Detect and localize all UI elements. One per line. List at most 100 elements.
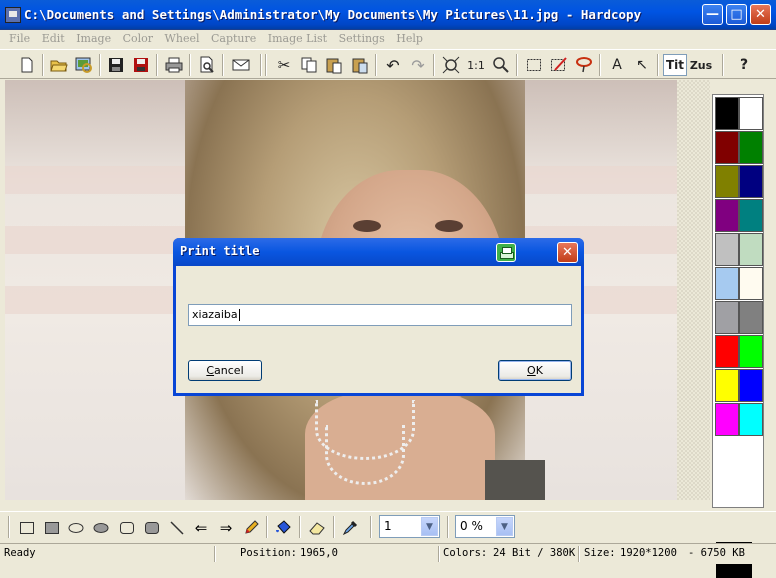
fill-tool[interactable]: [272, 517, 294, 539]
new-file-button[interactable]: [16, 54, 38, 76]
text-caret: [238, 309, 240, 321]
email-button[interactable]: [230, 54, 252, 76]
filesize-value: - 6750 KB: [688, 547, 745, 559]
palette-swatch[interactable]: [715, 301, 739, 334]
minimize-button[interactable]: —: [702, 4, 723, 25]
menu-settings[interactable]: Settings: [339, 30, 385, 48]
line-width-select[interactable]: 1 ▼: [379, 515, 440, 538]
palette-swatch[interactable]: [715, 97, 739, 130]
arrow-right-tool[interactable]: ⇒: [215, 517, 237, 539]
selection-rect-icon: [527, 59, 541, 71]
printer-icon[interactable]: [496, 243, 516, 262]
dropdown-arrow-icon[interactable]: ▼: [496, 517, 513, 536]
palette-swatch[interactable]: [715, 199, 739, 232]
menu-help[interactable]: Help: [396, 30, 423, 48]
pointer-button[interactable]: ↖: [631, 54, 653, 76]
palette-swatch[interactable]: [739, 267, 763, 300]
paste-new-button[interactable]: [349, 54, 371, 76]
menu-image-list[interactable]: Image List: [268, 30, 327, 48]
dialog-close-button[interactable]: ✕: [557, 242, 578, 263]
toolbar-separator: [8, 516, 10, 538]
browse-button[interactable]: [73, 54, 95, 76]
menu-capture[interactable]: Capture: [211, 30, 256, 48]
palette-swatch[interactable]: [739, 131, 763, 164]
zoom-button[interactable]: [490, 54, 512, 76]
close-icon: ✕: [755, 7, 766, 22]
palette-swatch[interactable]: [739, 165, 763, 198]
zoom-fit-button[interactable]: [440, 54, 462, 76]
copy-button[interactable]: [298, 54, 320, 76]
ellipse-filled-icon: [93, 523, 109, 533]
print-button[interactable]: [163, 54, 185, 76]
open-file-button[interactable]: [48, 54, 70, 76]
menu-edit[interactable]: Edit: [42, 30, 65, 48]
photo-clothing: [485, 460, 545, 500]
lasso-button[interactable]: [573, 54, 595, 76]
palette-swatch[interactable]: [715, 131, 739, 164]
open-folder-icon: [50, 60, 68, 72]
ellipse-outline-icon: [68, 523, 84, 533]
paste-icon: [326, 58, 342, 74]
line-tool[interactable]: [166, 517, 188, 539]
palette-swatch[interactable]: [739, 403, 763, 436]
transparency-select[interactable]: 0 % ▼: [455, 515, 515, 538]
palette-swatch[interactable]: [739, 97, 763, 130]
menu-color[interactable]: Color: [123, 30, 153, 48]
palette-swatch[interactable]: [715, 369, 739, 402]
rounded-rect-filled-tool[interactable]: [141, 517, 163, 539]
palette-swatch[interactable]: [715, 165, 739, 198]
cancel-label-rest: ancel: [214, 364, 244, 377]
cancel-button[interactable]: Cancel: [188, 360, 262, 381]
dropdown-arrow-icon[interactable]: ▼: [421, 517, 438, 536]
palette-swatch[interactable]: [715, 335, 739, 368]
undo-button[interactable]: ↶: [382, 54, 404, 76]
palette-swatch[interactable]: [715, 233, 739, 266]
zoom-actual-button[interactable]: 1:1: [465, 54, 487, 76]
maximize-button[interactable]: □: [726, 4, 747, 25]
save-button[interactable]: [105, 54, 127, 76]
toolbar-separator: [722, 54, 724, 76]
close-button[interactable]: ✕: [750, 4, 771, 25]
toolbar-separator: [265, 54, 267, 76]
text-tool-button[interactable]: A: [606, 54, 628, 76]
palette-swatch[interactable]: [715, 267, 739, 300]
title-text-button[interactable]: Tit: [663, 54, 687, 76]
print-title-dialog: Print title ✕ xiazaiba Cancel OK: [173, 238, 584, 396]
color-picker-tool[interactable]: [339, 517, 361, 539]
crop-button[interactable]: [548, 54, 570, 76]
rect-outline-tool[interactable]: [16, 517, 38, 539]
palette-swatch[interactable]: [739, 233, 763, 266]
select-rect-button[interactable]: [523, 54, 545, 76]
eraser-tool[interactable]: [306, 517, 328, 539]
palette-swatch[interactable]: [739, 199, 763, 232]
palette-swatch[interactable]: [739, 335, 763, 368]
palette-swatch[interactable]: [739, 369, 763, 402]
dialog-title-bar[interactable]: Print title ✕: [173, 238, 584, 266]
paste-button[interactable]: [323, 54, 345, 76]
palette-swatch[interactable]: [715, 403, 739, 436]
title-bar[interactable]: C:\Documents and Settings\Administrator\…: [0, 0, 776, 30]
redo-button[interactable]: ↷: [407, 54, 429, 76]
print-title-input[interactable]: xiazaiba: [188, 304, 572, 326]
rect-filled-tool[interactable]: [41, 517, 63, 539]
cut-button[interactable]: ✂: [273, 54, 295, 76]
print-preview-button[interactable]: [196, 54, 218, 76]
rounded-rect-outline-tool[interactable]: [116, 517, 138, 539]
ok-button[interactable]: OK: [498, 360, 572, 381]
window-title: C:\Documents and Settings\Administrator\…: [24, 7, 642, 22]
arrow-left-tool[interactable]: ⇐: [190, 517, 212, 539]
pencil-tool[interactable]: [240, 517, 262, 539]
app-icon[interactable]: [5, 7, 21, 23]
menu-wheel[interactable]: Wheel: [165, 30, 200, 48]
ok-mnemonic: O: [527, 364, 536, 377]
redo-icon: ↷: [411, 55, 425, 75]
menu-image[interactable]: Image: [76, 30, 111, 48]
help-button[interactable]: ?: [733, 54, 755, 76]
save-as-button[interactable]: [130, 54, 152, 76]
toolbar-separator: [599, 54, 601, 76]
menu-file[interactable]: File: [9, 30, 30, 48]
ellipse-filled-tool[interactable]: [90, 517, 112, 539]
ellipse-outline-tool[interactable]: [65, 517, 87, 539]
zus-text-button[interactable]: Zus: [689, 54, 713, 76]
palette-swatch[interactable]: [739, 301, 763, 334]
